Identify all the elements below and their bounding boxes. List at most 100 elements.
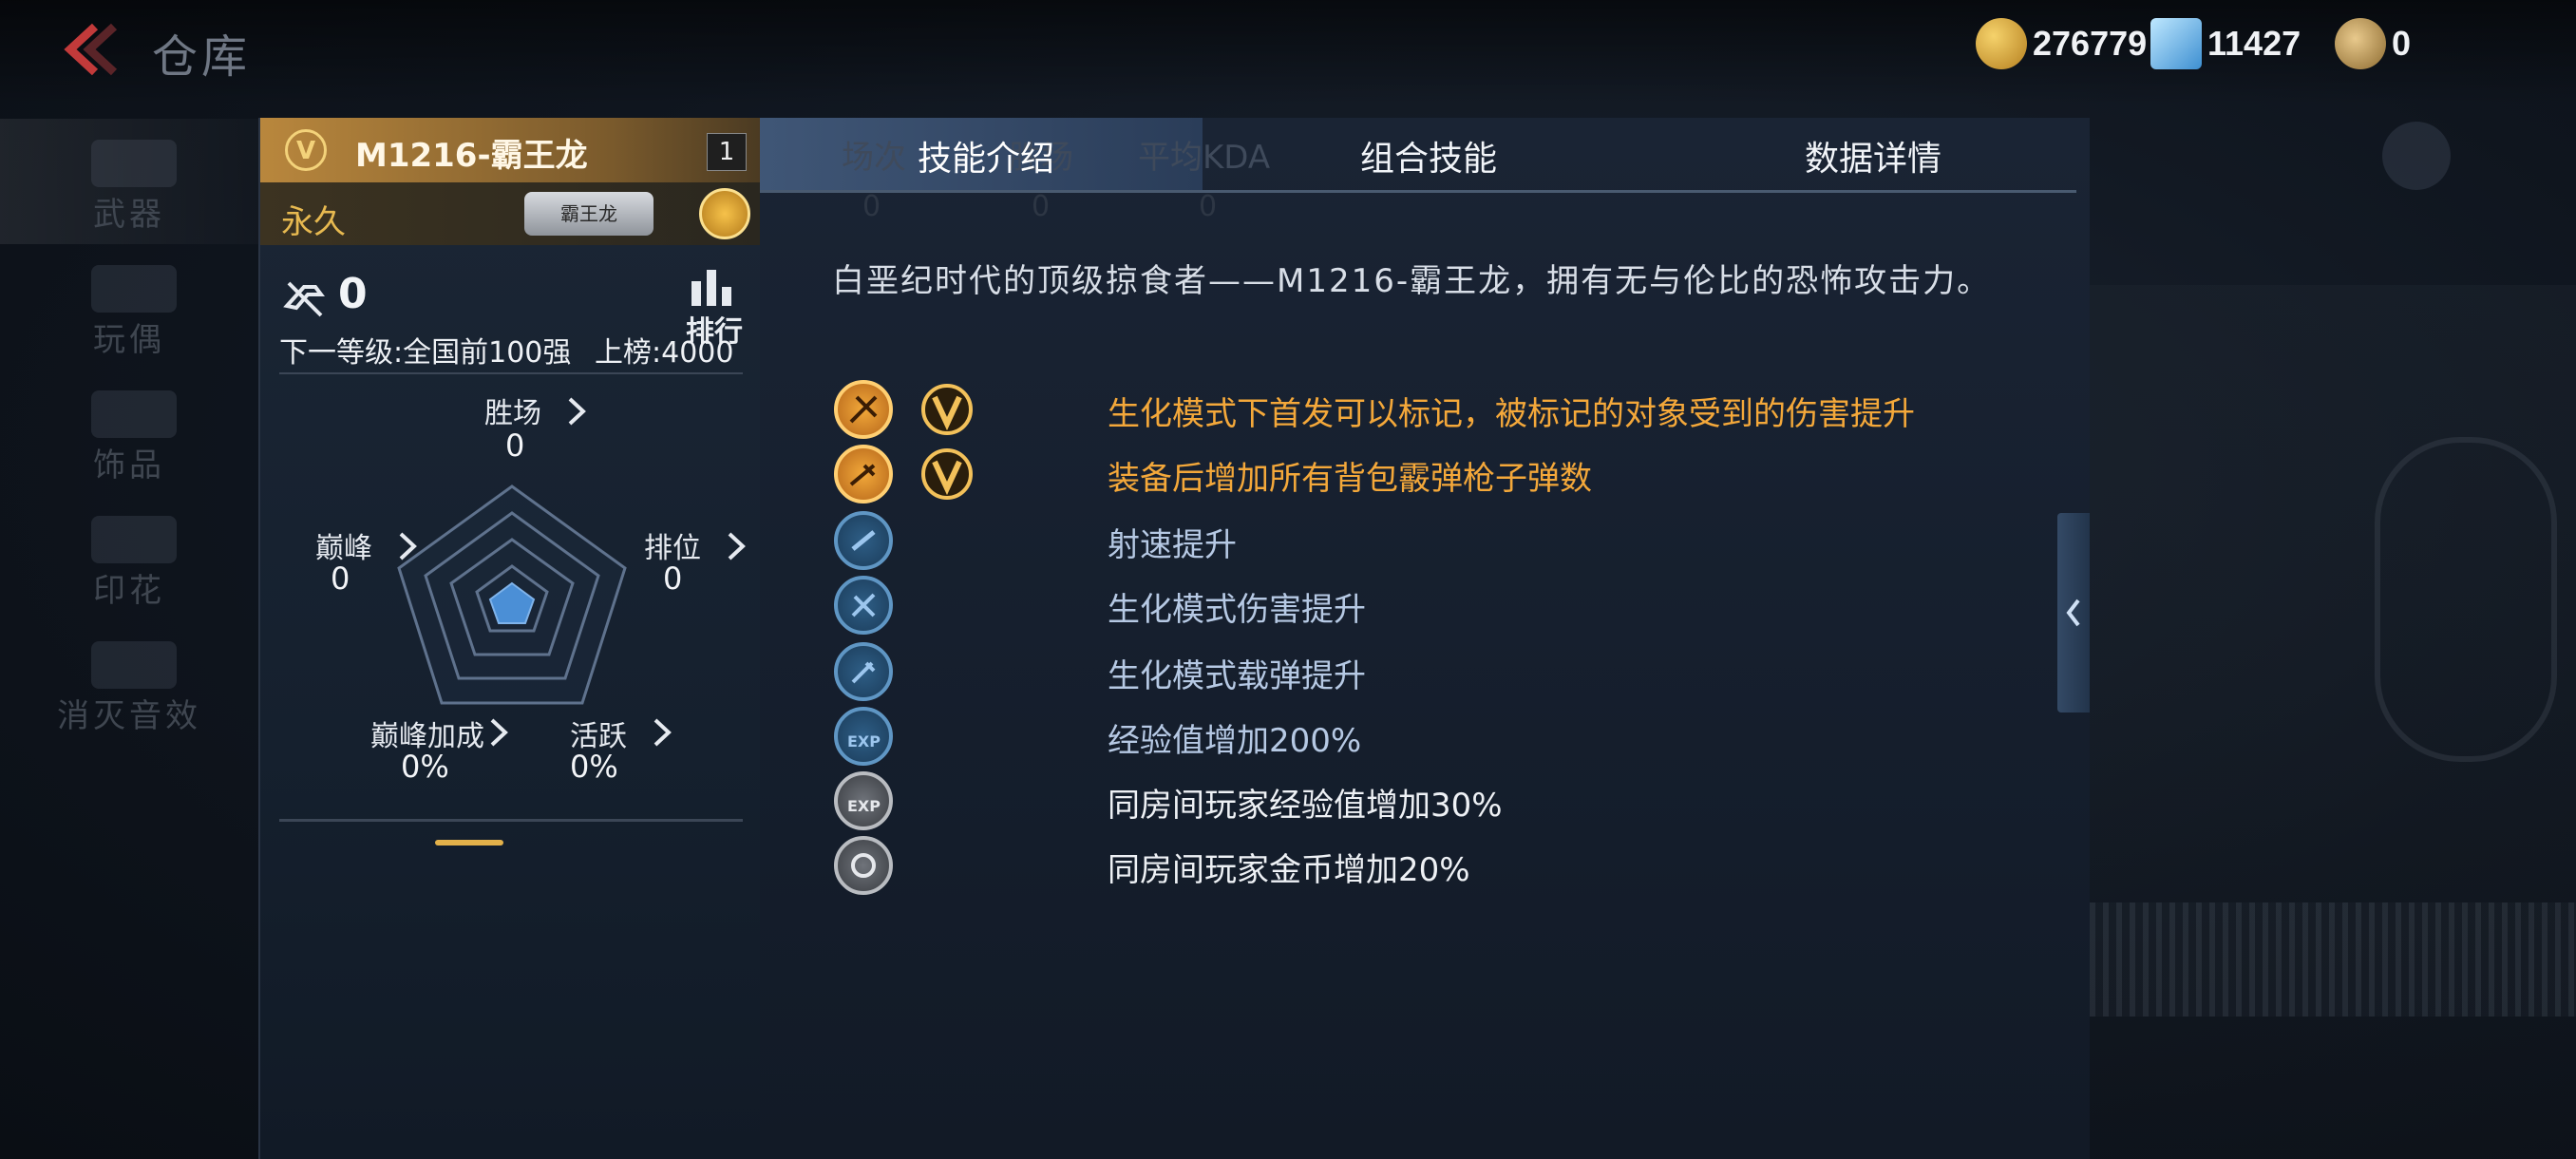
vip-v-icon (921, 384, 973, 435)
skill-text: 生化模式载弹提升 (1108, 657, 1366, 695)
page-title: 仓库 (152, 30, 252, 84)
exp-icon: EXP (834, 707, 893, 766)
svg-text:EXP: EXP (847, 797, 881, 815)
ghost-value: 0 (862, 190, 881, 223)
sidebar-item-decals[interactable]: 印花 (0, 495, 258, 620)
top-bar: 仓库 276779 11427 0 (0, 0, 2576, 104)
skill-text: 同房间玩家金币增加20% (1108, 851, 1470, 889)
kill-count: 0 (338, 270, 368, 318)
skill-row: EXP 经验值增加200% (834, 707, 1974, 766)
weapon-card-header: V M1216-霸王龙 1 (260, 118, 762, 182)
chevron-right-icon[interactable] (652, 716, 672, 749)
sound-icon (91, 641, 177, 689)
biochem-ammo-icon (834, 642, 893, 701)
on-board-text: 上榜:4000 (595, 336, 734, 370)
ghost-value: 0 (1032, 190, 1051, 223)
vip-badge-icon: V (285, 129, 327, 171)
skill-row: 同房间玩家金币增加20% (834, 836, 1974, 895)
skill-row: 生化模式下首发可以标记，被标记的对象受到的伤害提升 (834, 380, 1974, 439)
weapon-card: V M1216-霸王龙 1 永久 霸王龙 0 排行 下一等级:全国前100强 上… (258, 118, 762, 1159)
weapon-description: 白垩纪时代的顶级掠食者——M1216-霸王龙，拥有无与伦比的恐怖攻击力。 (832, 262, 1992, 300)
sidebar-item-label: 印花 (93, 572, 165, 610)
tab-bar: 场次 胜场 平均KDA 技能介绍 组合技能 数据详情 (760, 118, 2076, 193)
tab-combo-skills[interactable]: 组合技能 (1360, 131, 1497, 180)
sidebar-item-label: 玩偶 (93, 321, 165, 359)
next-level-text: 下一等级:全国前100强 (279, 336, 572, 370)
back-button[interactable] (57, 21, 123, 78)
sidebar-item-weapons[interactable]: 武器 (0, 119, 258, 244)
sidebar: 武器 玩偶 饰品 印花 消灭音效 (0, 119, 258, 746)
ticket-amount: 0 (2392, 24, 2412, 63)
decal-icon (91, 516, 177, 563)
bench-decoration (2090, 902, 2576, 1016)
ghost-value: 0 (1199, 190, 1218, 223)
chevron-left-icon (64, 23, 118, 76)
skill-row: 生化模式伤害提升 (834, 576, 1974, 635)
stat-peak-value: 0 (331, 560, 350, 597)
skill-row: 射速提升 (834, 511, 1974, 570)
chevron-right-icon[interactable] (726, 530, 747, 562)
stat-wins-value: 0 (505, 428, 525, 464)
tab-data-details[interactable]: 数据详情 (1805, 131, 1941, 180)
collapse-panel-button[interactable] (2057, 513, 2090, 712)
ticket-currency[interactable]: 0 (2335, 17, 2411, 70)
ghost-tab-label: 平均KDA (1138, 139, 1271, 177)
medal-icon[interactable] (699, 188, 750, 239)
gold-currency[interactable]: 276779 (1976, 17, 2147, 70)
chevron-left-icon (2066, 598, 2080, 627)
leaderboard-icon[interactable] (686, 266, 743, 306)
divider (279, 372, 743, 374)
diamond-currency[interactable]: 11427 (2150, 17, 2301, 70)
stats-radar-chart (397, 484, 627, 705)
sidebar-item-kill-sound[interactable]: 消灭音效 (0, 620, 258, 746)
skill-text: 装备后增加所有背包霰弹枪子弹数 (1108, 460, 1592, 498)
chevron-right-icon[interactable] (566, 395, 587, 428)
skill-row: EXP 同房间玩家经验值增加30% (834, 771, 1974, 830)
skill-text: 生化模式下首发可以标记，被标记的对象受到的伤害提升 (1108, 395, 1915, 433)
diamond-icon (2150, 18, 2202, 69)
shotgun-ammo-icon (834, 445, 893, 504)
ticket-icon (2335, 18, 2386, 69)
stat-peak-bonus-value: 0% (401, 749, 449, 785)
sidebar-item-label: 饰品 (93, 446, 165, 484)
accessory-icon (91, 390, 177, 438)
skill-row: 生化模式载弹提升 (834, 642, 1974, 701)
duration-label: 永久 (281, 203, 346, 241)
skill-text: 同房间玩家经验值增加30% (1108, 787, 1503, 825)
weapon-level-badge: 1 (707, 133, 747, 171)
skill-text: 射速提升 (1108, 526, 1237, 564)
room-exp-icon: EXP (834, 771, 893, 830)
sidebar-item-accessories[interactable]: 饰品 (0, 370, 258, 495)
skill-row: 装备后增加所有背包霰弹枪子弹数 (834, 445, 1974, 504)
skill-panel: 场次 胜场 平均KDA 技能介绍 组合技能 数据详情 0 0 0 白垩纪时代的顶… (760, 118, 2090, 1159)
weapon-name: M1216-霸王龙 (355, 137, 588, 175)
svg-text:EXP: EXP (847, 732, 881, 750)
biochem-mark-icon (834, 380, 893, 439)
kill-count-icon (283, 281, 325, 317)
diamond-amount: 11427 (2207, 24, 2301, 63)
chevron-right-icon[interactable] (488, 716, 509, 749)
weapon-nameplate: 霸王龙 (524, 192, 653, 236)
skill-text: 经验值增加200% (1108, 722, 1362, 760)
weapon-card-subheader: 永久 霸王龙 (260, 182, 762, 245)
fire-rate-icon (834, 511, 893, 570)
room-gold-icon (834, 836, 893, 895)
gold-coin-icon (1976, 18, 2027, 69)
tab-skill-intro[interactable]: 技能介绍 (918, 131, 1054, 180)
sidebar-item-label: 武器 (93, 196, 165, 234)
gamepad-icon[interactable] (2382, 122, 2451, 190)
doll-icon (91, 265, 177, 313)
sidebar-item-dolls[interactable]: 玩偶 (0, 244, 258, 370)
stat-active-value: 0% (570, 749, 618, 785)
rifle-icon (91, 140, 177, 187)
gold-amount: 276779 (2033, 24, 2148, 63)
shooting-target-decoration (2375, 437, 2557, 762)
stat-ranked-value: 0 (663, 560, 683, 597)
stat-wins-label[interactable]: 胜场 (484, 390, 541, 431)
page-indicator (435, 840, 503, 846)
ghost-tab-label: 场次 (842, 139, 906, 177)
vip-v-icon (921, 448, 973, 500)
divider (279, 819, 743, 822)
biochem-damage-icon (834, 576, 893, 635)
skill-text: 生化模式伤害提升 (1108, 591, 1366, 629)
